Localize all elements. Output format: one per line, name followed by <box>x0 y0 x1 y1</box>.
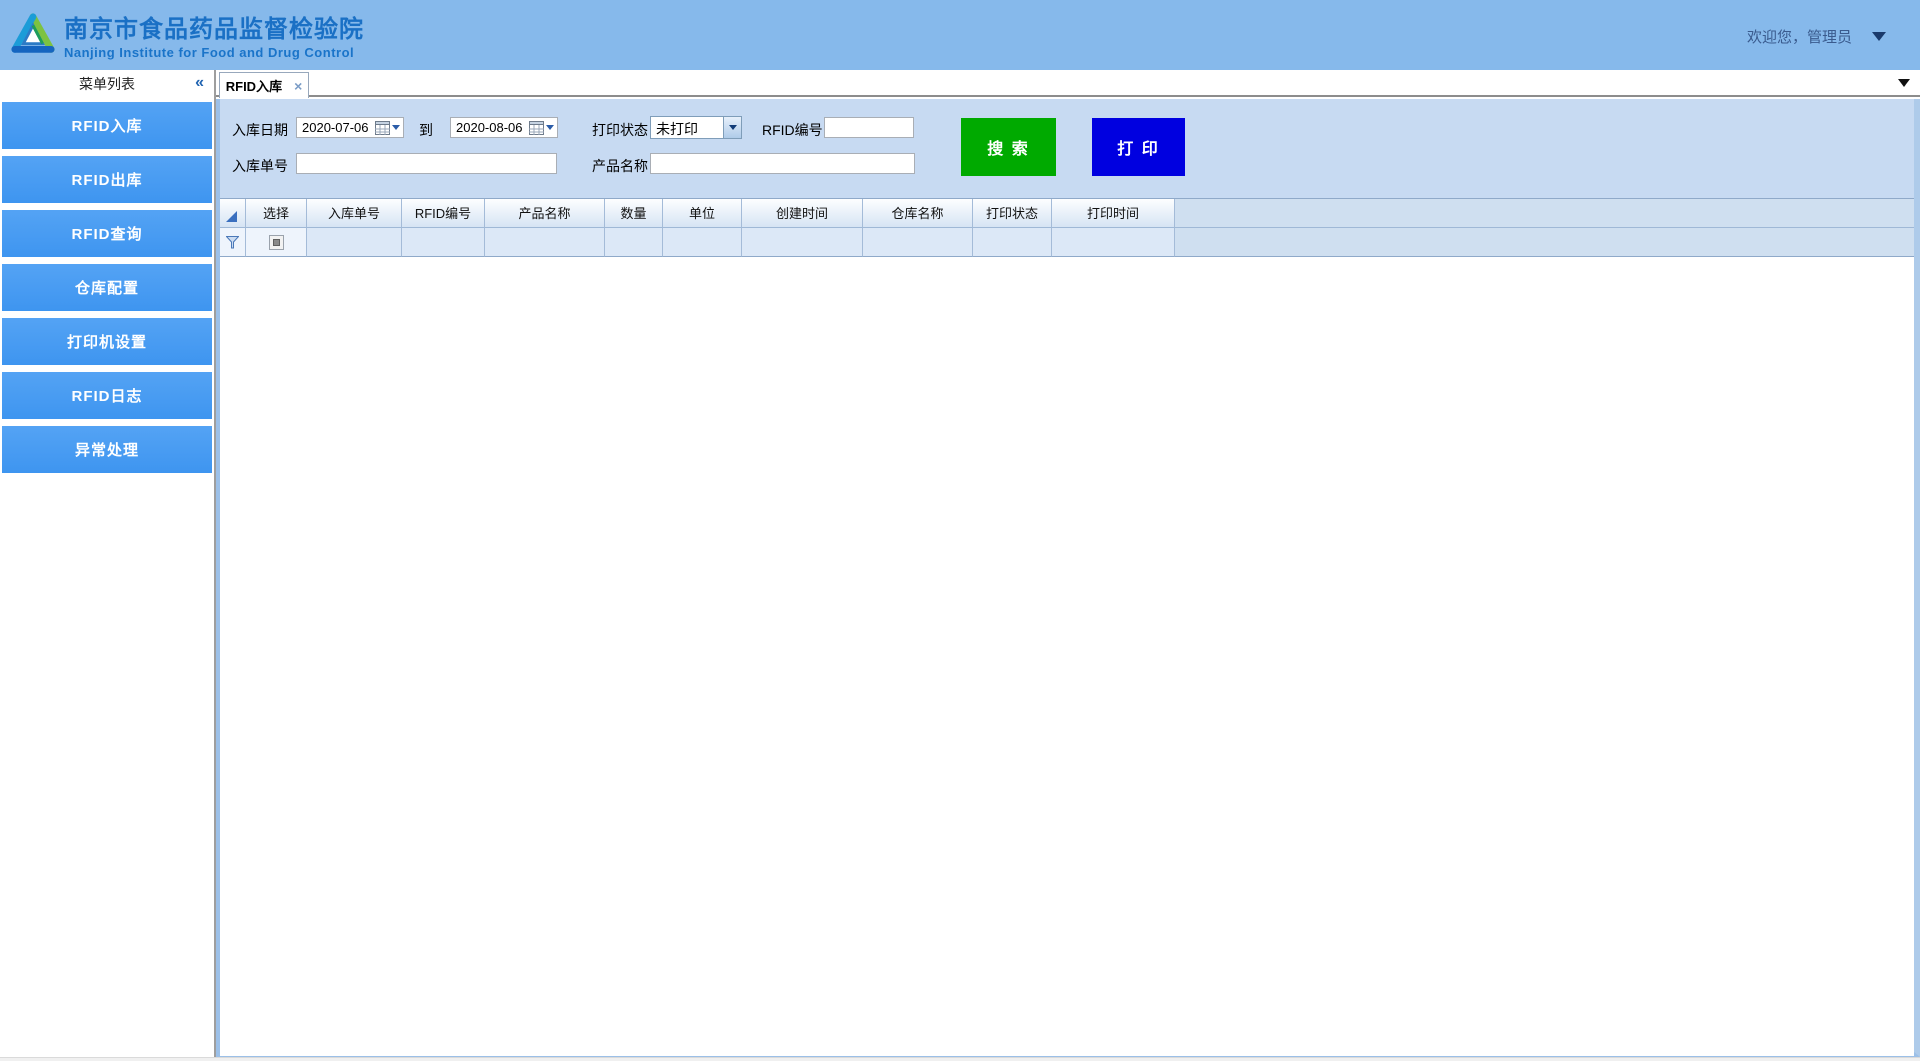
sidebar-item-rfid-query[interactable]: RFID查询 <box>2 210 212 257</box>
combo-caret-icon <box>729 125 737 130</box>
date-from-caret-icon[interactable] <box>392 125 400 130</box>
filter-funnel-icon[interactable] <box>226 236 239 249</box>
rfid-no-input[interactable] <box>824 117 914 138</box>
app-window: 南京市食品药品监督检验院 Nanjing Institute for Food … <box>0 0 1920 1061</box>
date-from-picker[interactable]: 2020-07-06 <box>296 117 404 138</box>
sidebar-collapse-icon[interactable]: « <box>195 74 204 92</box>
column-header-unit[interactable]: 单位 <box>663 199 742 228</box>
column-header-rfid-no[interactable]: RFID编号 <box>402 199 485 228</box>
sidebar-title: 菜单列表 <box>79 74 135 94</box>
print-status-value: 未打印 <box>651 117 723 138</box>
filter-cell-product-name[interactable] <box>485 228 605 257</box>
institute-logo-icon <box>10 12 56 58</box>
tab-close-icon[interactable]: × <box>294 78 302 94</box>
sidebar-header: 菜单列表 « <box>0 70 214 98</box>
sidebar: 菜单列表 « RFID入库 RFID出库 RFID查询 仓库配置 打印机设置 R… <box>0 70 214 1057</box>
checkbox-indeterminate-mark <box>273 239 280 246</box>
product-name-input[interactable] <box>650 153 915 174</box>
filter-cell-quantity[interactable] <box>605 228 663 257</box>
filter-cell-order-no[interactable] <box>307 228 402 257</box>
combo-dropdown-button[interactable] <box>723 117 741 138</box>
date-range-label: 入库日期 <box>232 120 288 140</box>
sidebar-menu: RFID入库 RFID出库 RFID查询 仓库配置 打印机设置 RFID日志 异… <box>0 98 214 473</box>
filter-cell-print-status[interactable] <box>973 228 1052 257</box>
calendar-icon[interactable] <box>529 121 544 135</box>
search-button[interactable]: 搜 索 <box>961 118 1056 176</box>
date-to-value: 2020-08-06 <box>451 120 529 135</box>
user-menu-caret-icon[interactable] <box>1872 32 1886 41</box>
sidebar-item-rfid-inbound[interactable]: RFID入库 <box>2 102 212 149</box>
column-header-print-time[interactable]: 打印时间 <box>1052 199 1175 228</box>
column-header-order-no[interactable]: 入库单号 <box>307 199 402 228</box>
institute-subtitle: Nanjing Institute for Food and Drug Cont… <box>64 45 364 60</box>
date-to-picker[interactable]: 2020-08-06 <box>450 117 558 138</box>
select-all-checkbox[interactable] <box>269 235 284 250</box>
tab-overflow-caret-icon[interactable] <box>1898 79 1910 87</box>
print-button[interactable]: 打 印 <box>1092 118 1185 176</box>
sidebar-item-printer-settings[interactable]: 打印机设置 <box>2 318 212 365</box>
grid-filter-filler <box>1175 228 1914 257</box>
tab-label: RFID入库 <box>226 76 282 95</box>
grid-filter-row <box>220 228 1914 257</box>
grid-header-row: 选择 入库单号 RFID编号 产品名称 数量 单位 创建时间 仓库名称 打印状态… <box>220 198 1914 228</box>
top-banner: 南京市食品药品监督检验院 Nanjing Institute for Food … <box>0 0 1920 70</box>
filter-cell-warehouse-name[interactable] <box>863 228 973 257</box>
filter-form: 入库日期 2020-07-06 到 2020-08-06 <box>220 99 1914 198</box>
select-all-cell[interactable] <box>220 199 246 228</box>
tab-bar: RFID入库 × <box>216 70 1920 97</box>
print-status-label: 打印状态 <box>592 120 648 140</box>
sidebar-item-exception-handling[interactable]: 异常处理 <box>2 426 212 473</box>
rfid-no-label: RFID编号 <box>762 120 823 140</box>
calendar-icon[interactable] <box>375 121 390 135</box>
tab-rfid-inbound[interactable]: RFID入库 × <box>219 72 309 98</box>
to-label: 到 <box>419 120 433 140</box>
product-name-label: 产品名称 <box>592 156 648 176</box>
main-area: RFID入库 × 入库日期 2020-07-06 <box>216 70 1920 1057</box>
filter-cell-unit[interactable] <box>663 228 742 257</box>
order-no-label: 入库单号 <box>232 156 288 176</box>
select-all-triangle-icon[interactable] <box>226 211 237 222</box>
filter-cell[interactable] <box>220 228 246 257</box>
filter-cell-print-time[interactable] <box>1052 228 1175 257</box>
content-panel: 入库日期 2020-07-06 到 2020-08-06 <box>216 99 1920 1057</box>
welcome-user-text: 欢迎您，管理员 <box>1747 26 1852 47</box>
sidebar-item-rfid-log[interactable]: RFID日志 <box>2 372 212 419</box>
column-header-select[interactable]: 选择 <box>246 199 307 228</box>
print-status-select[interactable]: 未打印 <box>650 116 742 139</box>
filter-cell-create-time[interactable] <box>742 228 863 257</box>
grid-body-empty <box>220 257 1914 1056</box>
column-header-print-status[interactable]: 打印状态 <box>973 199 1052 228</box>
sidebar-item-warehouse-config[interactable]: 仓库配置 <box>2 264 212 311</box>
filter-cell-rfid-no[interactable] <box>402 228 485 257</box>
bottom-status-strip <box>0 1057 1920 1061</box>
column-header-product-name[interactable]: 产品名称 <box>485 199 605 228</box>
date-from-value: 2020-07-06 <box>297 120 375 135</box>
select-filter-cell[interactable] <box>246 228 307 257</box>
grid-header-filler <box>1175 199 1914 228</box>
order-no-input[interactable] <box>296 153 557 174</box>
column-header-create-time[interactable]: 创建时间 <box>742 199 863 228</box>
date-to-caret-icon[interactable] <box>546 125 554 130</box>
brand-block: 南京市食品药品监督检验院 Nanjing Institute for Food … <box>64 9 364 60</box>
column-header-quantity[interactable]: 数量 <box>605 199 663 228</box>
column-header-warehouse-name[interactable]: 仓库名称 <box>863 199 973 228</box>
institute-title: 南京市食品药品监督检验院 <box>64 9 364 44</box>
sidebar-item-rfid-outbound[interactable]: RFID出库 <box>2 156 212 203</box>
